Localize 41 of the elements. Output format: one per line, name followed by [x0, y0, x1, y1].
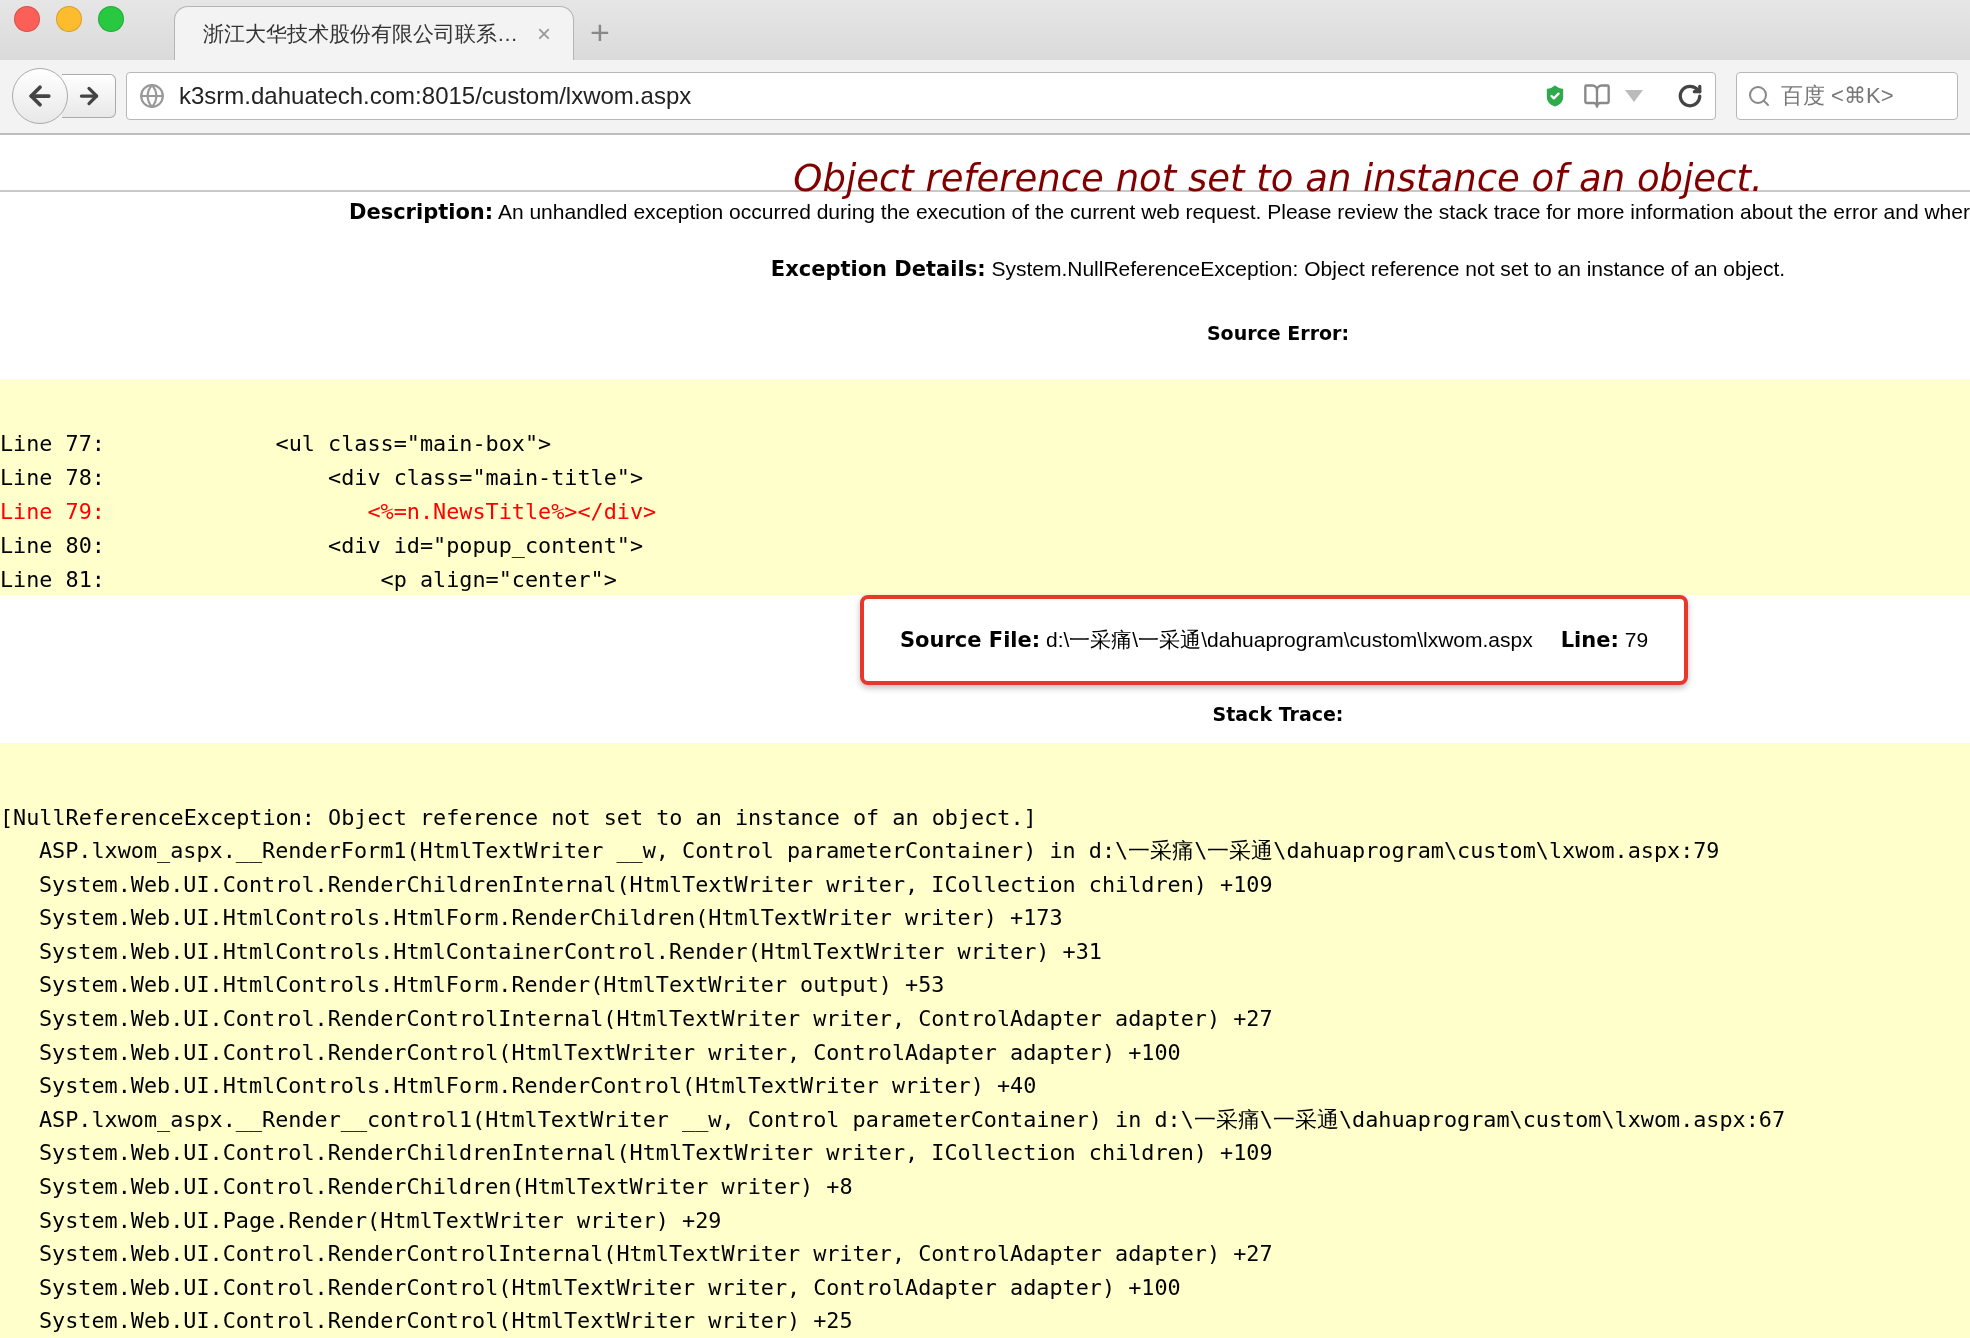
tab-title: 浙江大华技术股份有限公司联系… — [203, 20, 518, 47]
stack-trace-line: [NullReferenceException: Object reference not set to an instance of an object.] — [0, 803, 1037, 832]
stack-trace-line: System.Web.UI.Control.RenderControl(HtmlTextWriter writer, ControlAdapter adapter) +100 — [39, 1038, 1181, 1067]
zoom-window-button[interactable] — [98, 6, 124, 33]
stack-trace-line: System.Web.UI.Control.RenderChildren(HtmlTextWriter writer) +8 — [39, 1173, 853, 1202]
stack-trace-line: System.Web.UI.Control.RenderControlInternal(HtmlTextWriter writer, ControlAdapter adapter) +27 — [39, 1240, 1273, 1269]
stack-trace-line: ASP.lxwom_aspx.__Render__control1(HtmlTextWriter __w, Control parameterContainer) in d:\一采痛\一采通\dahuaprogram\custom\lxwom.aspx:67 — [39, 1105, 1786, 1134]
url-text: k3srm.dahuatech.com:8015/custom/lxwom.aspx — [179, 82, 693, 111]
code-line: Line 77: <ul class="main-box"> — [0, 429, 552, 458]
browser-tab[interactable]: 浙江大华技术股份有限公司联系… × — [174, 6, 574, 61]
stack-trace-heading: Stack Trace: — [1212, 702, 1344, 725]
reload-button[interactable] — [1677, 83, 1703, 110]
stack-trace-line: System.Web.UI.Control.RenderChildrenInternal(HtmlTextWriter writer, ICollection children) +109 — [39, 870, 1273, 899]
stack-trace-line: System.Web.UI.Control.RenderControl(HtmlTextWriter writer) +25 — [39, 1307, 853, 1336]
code-line: Line 78: <div class="main-title"> — [0, 463, 644, 492]
error-title: Object reference not set to an instance of an object. — [793, 156, 1763, 201]
stack-trace-line: System.Web.UI.Control.RenderControl(HtmlTextWriter writer, ControlAdapter adapter) +100 — [39, 1273, 1181, 1302]
stack-trace-line: System.Web.UI.Control.RenderChildrenInternal(HtmlTextWriter writer, ICollection children) +109 — [39, 1139, 1273, 1168]
close-window-button[interactable] — [14, 6, 40, 33]
globe-icon — [139, 83, 165, 110]
forward-button[interactable] — [62, 74, 116, 119]
dropdown-caret-icon[interactable] — [1625, 90, 1643, 103]
stack-trace-line: System.Web.UI.HtmlControls.HtmlContainerControl.Render(HtmlTextWriter writer) +31 — [39, 937, 1102, 966]
stack-trace-line: System.Web.UI.Page.Render(HtmlTextWriter writer) +29 — [39, 1206, 722, 1235]
source-error-heading: Source Error: — [1206, 321, 1350, 344]
search-box[interactable]: 百度 <⌘K> — [1736, 72, 1958, 121]
code-line: Line 80: <div id="popup_content"> — [0, 531, 644, 560]
address-bar[interactable]: k3srm.dahuatech.com:8015/custom/lxwom.aspx — [126, 72, 1716, 121]
code-line: Line 79: <%=n.NewsTitle%></div> — [0, 497, 657, 526]
description-text: Description: An unhandled exception occurred during the execution of the current web request. Please review the stack trace for more information about the error and wher — [349, 199, 1970, 224]
code-line: Line 81: <p align="center"> — [0, 565, 617, 594]
stack-trace-line: System.Web.UI.HtmlControls.HtmlForm.Render(HtmlTextWriter output) +53 — [39, 971, 945, 1000]
stack-trace-line: System.Web.UI.HtmlControls.HtmlForm.RenderChildren(HtmlTextWriter writer) +173 — [39, 904, 1063, 933]
source-line-text: Line: 79 — [1560, 627, 1649, 652]
stack-trace-line: System.Web.UI.HtmlControls.HtmlForm.RenderControl(HtmlTextWriter writer) +40 — [39, 1072, 1037, 1101]
source-file-text: Source File: d:\一采痛\一采通\dahuaprogram\custom\lxwom.aspx — [899, 626, 1533, 654]
stack-trace-line: ASP.lxwom_aspx.__RenderForm1(HtmlTextWriter __w, Control parameterContainer) in d:\一采痛\一采通\dahuaprogram\custom\lxwom.aspx:79 — [39, 837, 1720, 866]
exception-details-text: Exception Details: System.NullReferenceException: Object reference not set to an instance of an object. — [770, 256, 1786, 281]
search-icon — [1747, 84, 1771, 109]
minimize-window-button[interactable] — [56, 6, 82, 33]
stack-trace-line: System.Web.UI.Control.RenderControlInternal(HtmlTextWriter writer, ControlAdapter adapter) +27 — [39, 1005, 1273, 1034]
